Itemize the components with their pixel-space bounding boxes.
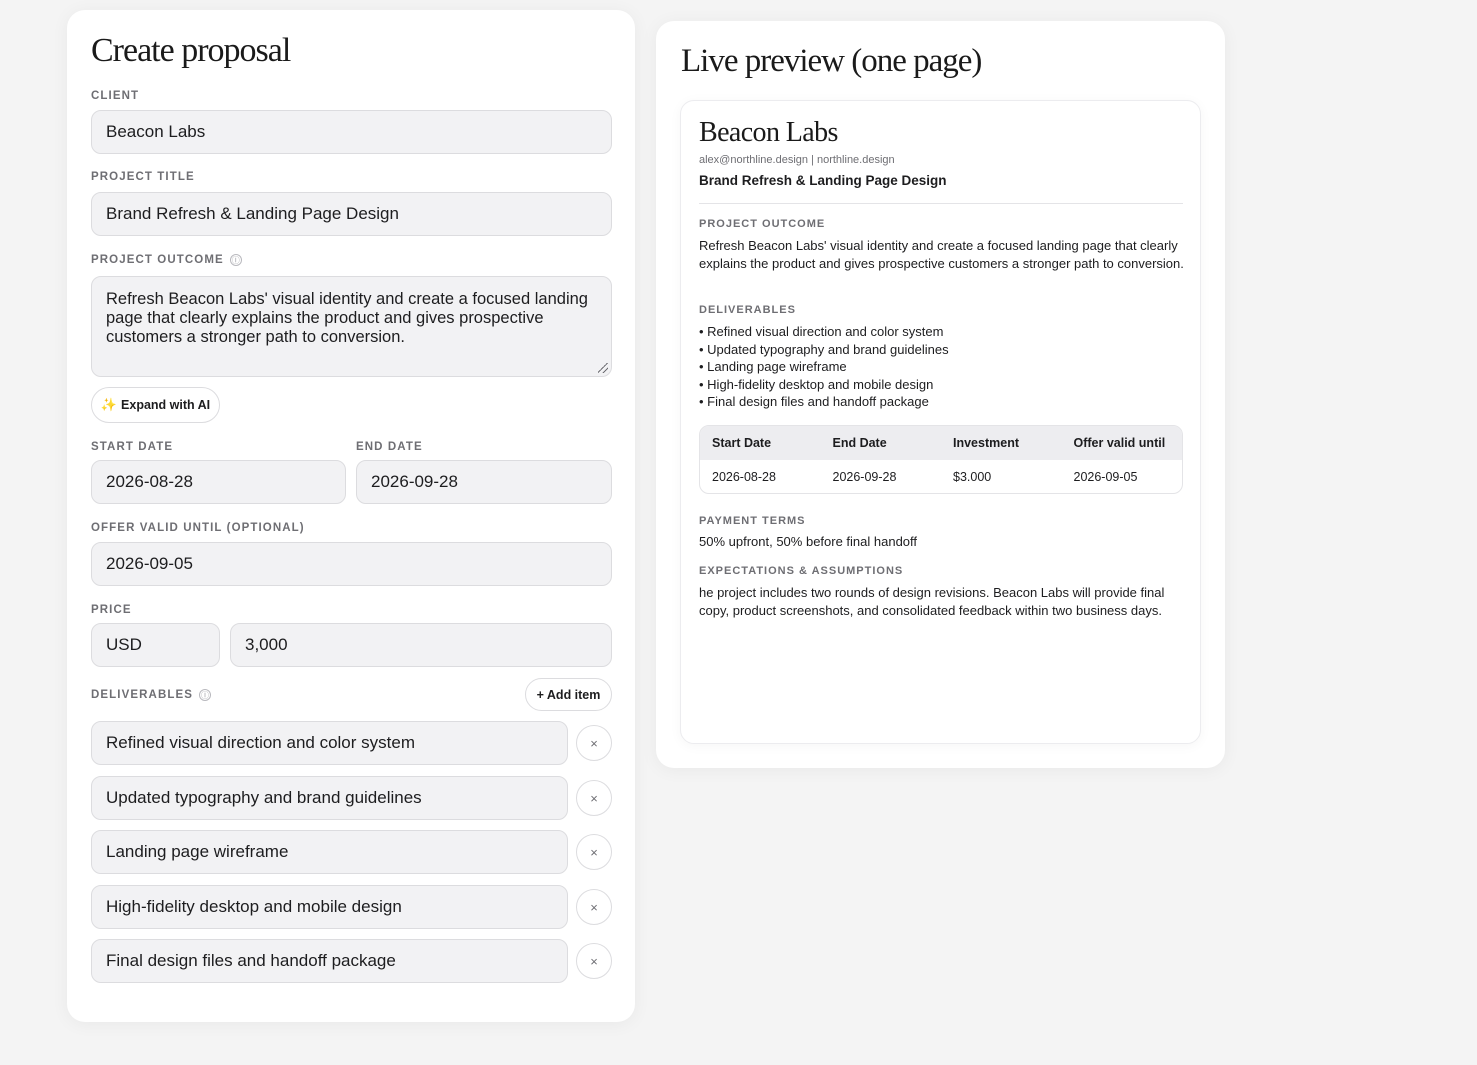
deliverables-label: DELIVERABLES xyxy=(91,689,194,701)
table-cell: $3.000 xyxy=(953,470,992,484)
table-header-cell: Offer valid until xyxy=(1073,436,1166,450)
expand-with-ai-label: Expand with AI xyxy=(121,398,211,412)
offer-valid-label: OFFER VALID UNTIL (OPTIONAL) xyxy=(91,522,305,534)
doc-deliverable-item: Final design files and handoff package xyxy=(699,393,1185,411)
remove-deliverable-button[interactable]: × xyxy=(576,943,612,979)
start-date-input[interactable]: 2026-08-28 xyxy=(91,460,346,504)
project-outcome-label-row: PROJECT OUTCOME ⓘ xyxy=(91,254,242,266)
project-outcome-textarea[interactable]: Refresh Beacon Labs' visual identity and… xyxy=(91,276,612,377)
currency-select[interactable]: USD xyxy=(91,623,220,667)
create-proposal-card: Create proposal CLIENT Beacon Labs PROJE… xyxy=(67,10,635,1022)
table-header-cell: Start Date xyxy=(712,436,772,450)
table-header-cell: Investment xyxy=(953,436,1019,450)
doc-expectations-text: he project includes two rounds of design… xyxy=(699,585,1165,618)
doc-deliverables-list: Refined visual direction and color syste… xyxy=(699,323,1185,411)
remove-deliverable-button[interactable]: × xyxy=(576,889,612,925)
price-label: PRICE xyxy=(91,604,132,616)
project-outcome-label: PROJECT OUTCOME xyxy=(91,254,224,266)
price-amount-input[interactable]: 3,000 xyxy=(230,623,612,667)
doc-client-name: Beacon Labs xyxy=(699,117,838,148)
project-title-label: PROJECT TITLE xyxy=(91,171,195,183)
doc-divider xyxy=(699,203,1183,204)
doc-payment-label: PAYMENT TERMS xyxy=(699,515,806,527)
proposal-document: Beacon Labs alex@northline.design | nort… xyxy=(680,100,1201,744)
doc-outcome-text: Refresh Beacon Labs' visual identity and… xyxy=(699,238,1184,271)
doc-deliverable-item: Refined visual direction and color syste… xyxy=(699,323,1185,341)
client-label: CLIENT xyxy=(91,90,140,102)
doc-deliverable-item: Updated typography and brand guidelines xyxy=(699,341,1185,359)
remove-deliverable-button[interactable]: × xyxy=(576,780,612,816)
doc-deliverable-item: Landing page wireframe xyxy=(699,358,1185,376)
offer-valid-input[interactable]: 2026-09-05 xyxy=(91,542,612,586)
live-preview-card: Live preview (one page) Beacon Labs alex… xyxy=(656,21,1225,768)
doc-payment-text: 50% upfront, 50% before final handoff xyxy=(699,534,918,549)
deliverables-label-row: DELIVERABLES ⓘ xyxy=(91,689,212,701)
deliverable-input[interactable]: Updated typography and brand guidelines xyxy=(91,776,568,820)
info-icon[interactable]: ⓘ xyxy=(229,254,242,266)
info-icon[interactable]: ⓘ xyxy=(199,689,212,701)
table-cell: 2026-08-28 xyxy=(712,470,776,484)
end-date-input[interactable]: 2026-09-28 xyxy=(356,460,612,504)
deliverable-input[interactable]: High-fidelity desktop and mobile design xyxy=(91,885,568,929)
form-title: Create proposal xyxy=(91,32,291,69)
doc-table-header: Start Date End Date Investment Offer val… xyxy=(700,426,1182,460)
deliverable-input[interactable]: Refined visual direction and color syste… xyxy=(91,721,568,765)
doc-expectations-label: EXPECTATIONS & ASSUMPTIONS xyxy=(699,565,904,577)
add-item-button[interactable]: + Add item xyxy=(525,678,612,711)
project-title-input[interactable]: Brand Refresh & Landing Page Design xyxy=(91,192,612,236)
resize-handle-icon[interactable] xyxy=(598,363,608,373)
expand-with-ai-button[interactable]: ✨ Expand with AI xyxy=(91,387,220,423)
doc-deliverables-label: DELIVERABLES xyxy=(699,304,796,316)
sparkle-icon: ✨ xyxy=(100,397,118,412)
remove-deliverable-button[interactable]: × xyxy=(576,725,612,761)
doc-outcome-label: PROJECT OUTCOME xyxy=(699,218,826,230)
end-date-label: END DATE xyxy=(356,441,423,453)
doc-project-title: Brand Refresh & Landing Page Design xyxy=(699,173,947,188)
doc-summary-table: Start Date End Date Investment Offer val… xyxy=(699,425,1183,494)
client-input[interactable]: Beacon Labs xyxy=(91,110,612,154)
deliverable-input[interactable]: Landing page wireframe xyxy=(91,830,568,874)
table-cell: 2026-09-28 xyxy=(832,470,897,484)
preview-title: Live preview (one page) xyxy=(681,43,982,79)
remove-deliverable-button[interactable]: × xyxy=(576,834,612,870)
deliverable-input[interactable]: Final design files and handoff package xyxy=(91,939,568,983)
start-date-label: START DATE xyxy=(91,441,174,453)
table-row: 2026-08-28 2026-09-28 $3.000 2026-09-05 xyxy=(700,460,1182,493)
project-outcome-text: Refresh Beacon Labs' visual identity and… xyxy=(106,290,588,346)
doc-contact: alex@northline.design | northline.design xyxy=(699,154,895,166)
doc-deliverable-item: High-fidelity desktop and mobile design xyxy=(699,376,1185,394)
table-cell: 2026-09-05 xyxy=(1073,470,1138,484)
table-header-cell: End Date xyxy=(832,436,887,450)
